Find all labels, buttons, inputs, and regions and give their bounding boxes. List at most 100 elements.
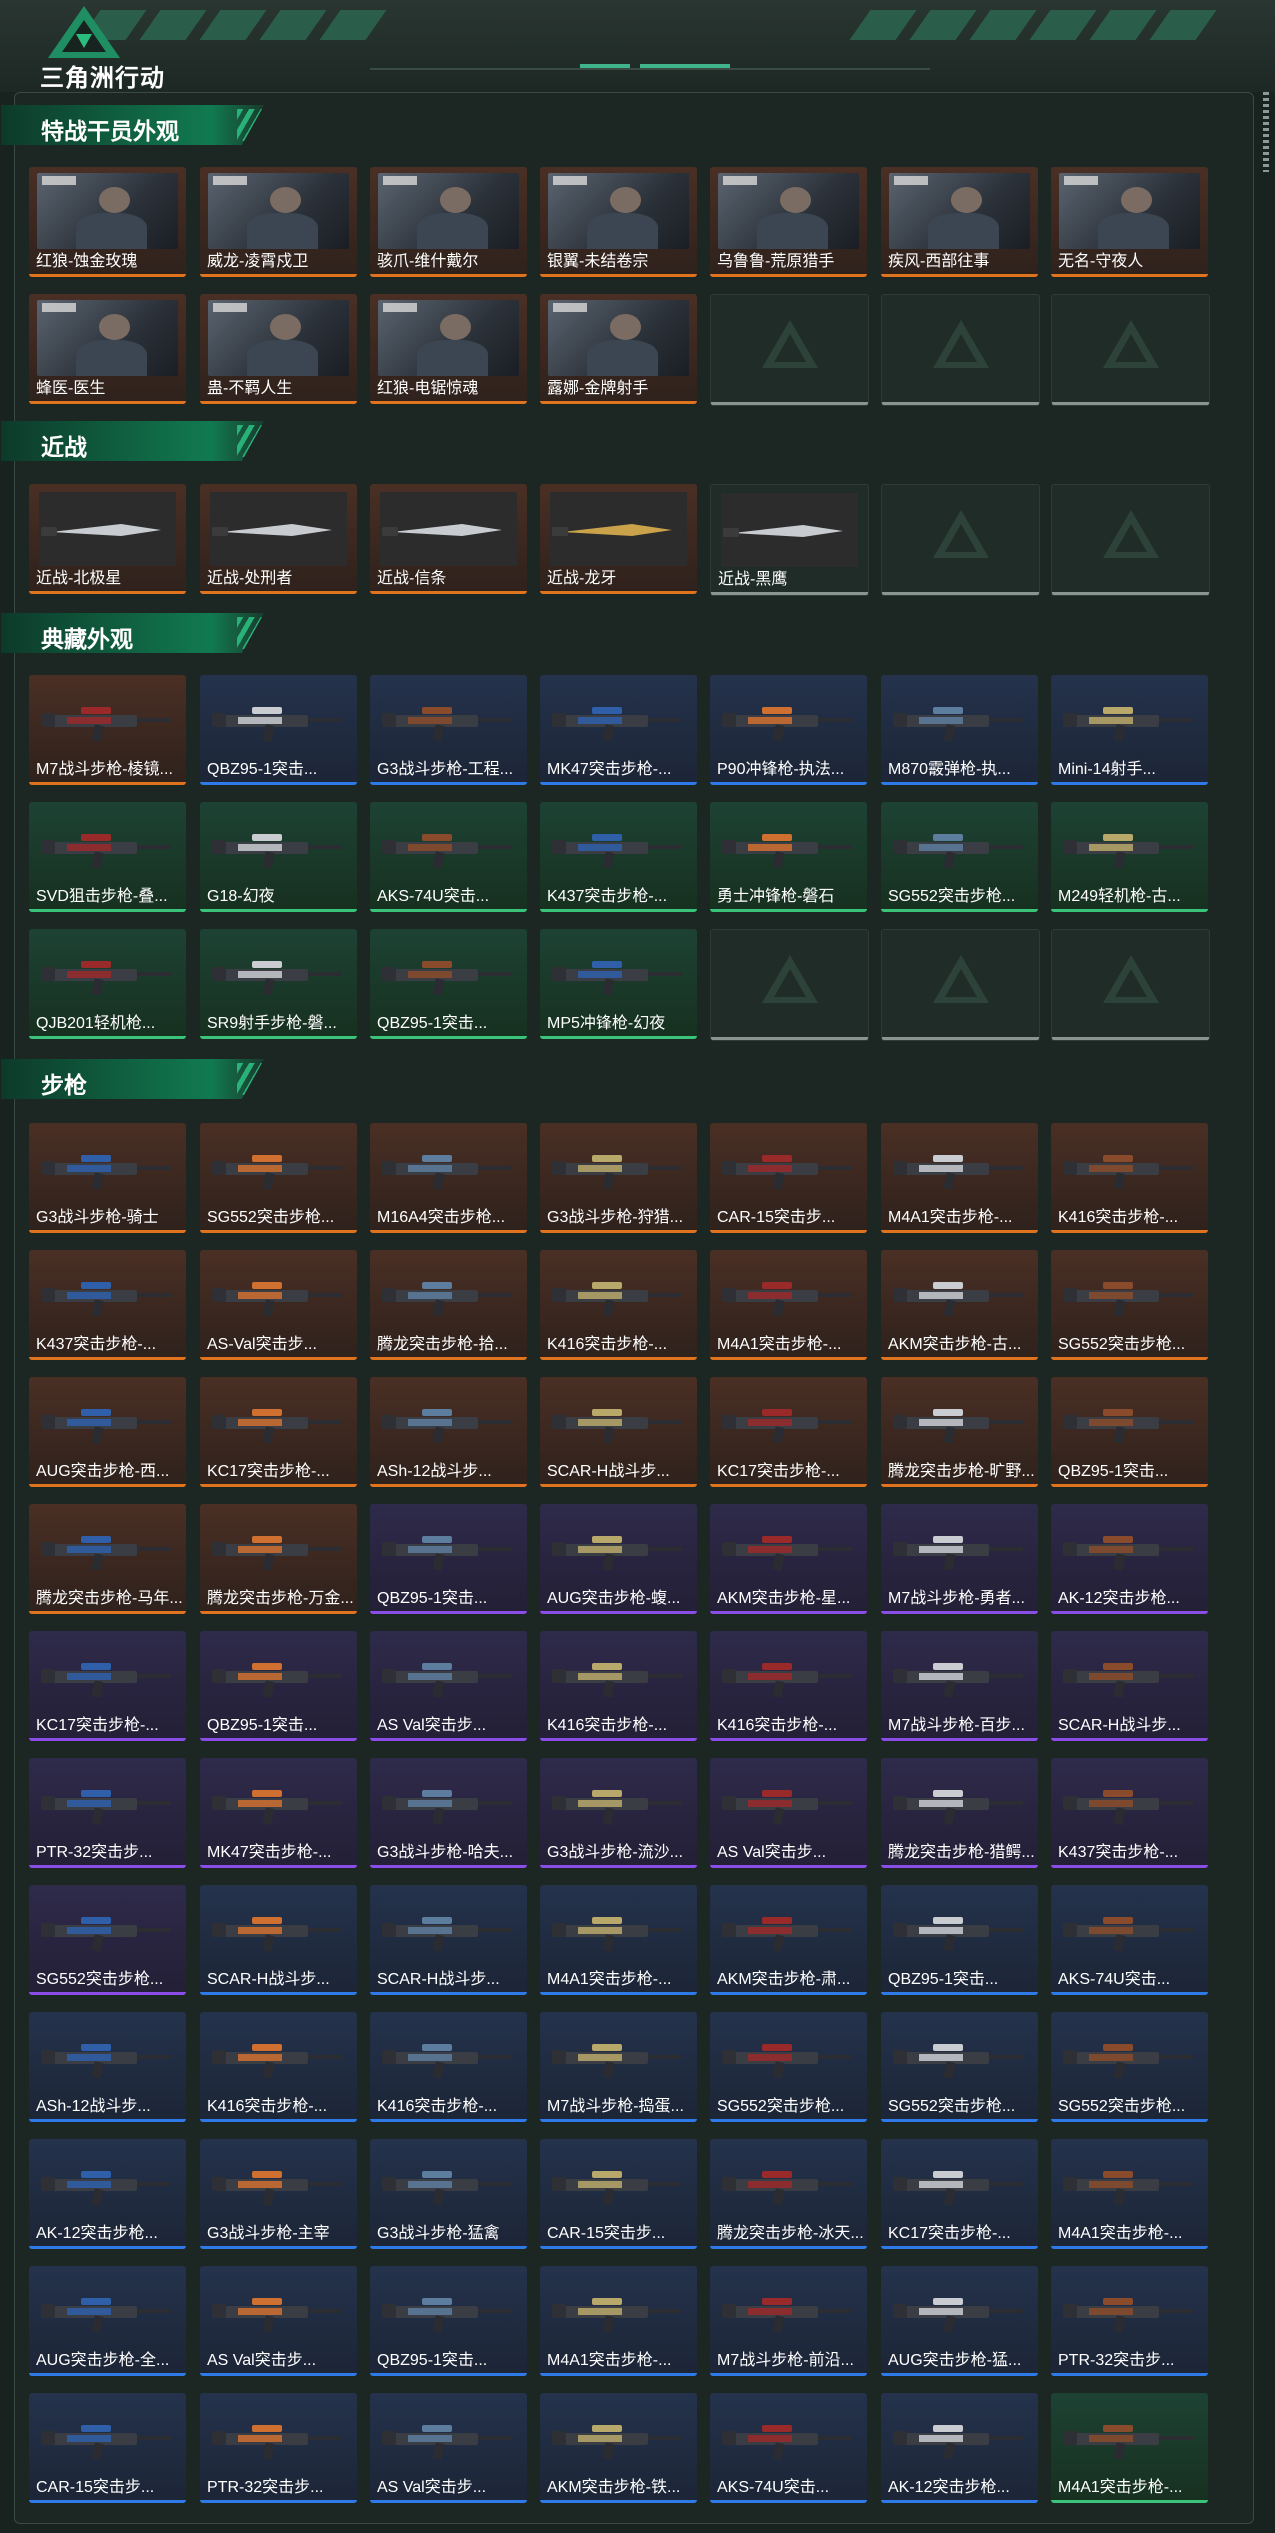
collection-item-card[interactable]: AKS-74U突击... xyxy=(370,802,527,912)
collection-item-card[interactable]: M7战斗步枪-前沿... xyxy=(710,2266,867,2376)
collection-item-card[interactable]: SCAR-H战斗步... xyxy=(200,1885,357,1995)
collection-item-card[interactable]: SG552突击步枪... xyxy=(29,1885,186,1995)
collection-item-card[interactable]: AS Val突击步... xyxy=(370,1631,527,1741)
collection-item-card[interactable]: AKS-74U突击... xyxy=(1051,1885,1208,1995)
collection-item-card[interactable]: 近战-信条 xyxy=(370,484,527,594)
collection-item-card[interactable]: PTR-32突击步... xyxy=(29,1758,186,1868)
collection-item-card[interactable]: AUG突击步枪-蝮... xyxy=(540,1504,697,1614)
collection-item-card[interactable]: 蛊-不羁人生 xyxy=(200,294,357,404)
collection-item-card[interactable]: SG552突击步枪... xyxy=(710,2012,867,2122)
collection-item-card[interactable]: KC17突击步枪-... xyxy=(881,2139,1038,2249)
collection-item-card[interactable]: QBZ95-1突击... xyxy=(200,675,357,785)
collection-item-card[interactable]: 蜂医-医生 xyxy=(29,294,186,404)
collection-item-card[interactable]: 近战-北极星 xyxy=(29,484,186,594)
collection-item-card[interactable]: G3战斗步枪-猛禽 xyxy=(370,2139,527,2249)
collection-item-card[interactable]: SVD狙击步枪-叠... xyxy=(29,802,186,912)
collection-item-card[interactable]: KC17突击步枪-... xyxy=(200,1377,357,1487)
collection-item-card[interactable]: AUG突击步枪-猛... xyxy=(881,2266,1038,2376)
collection-item-card[interactable]: MP5冲锋枪-幻夜 xyxy=(540,929,697,1039)
collection-item-card[interactable]: 红狼-电锯惊魂 xyxy=(370,294,527,404)
collection-item-card[interactable]: K416突击步枪-... xyxy=(540,1250,697,1360)
collection-item-card[interactable]: MK47突击步枪-... xyxy=(540,675,697,785)
collection-item-card[interactable]: 无名-守夜人 xyxy=(1051,167,1208,277)
collection-item-card[interactable]: G3战斗步枪-流沙... xyxy=(540,1758,697,1868)
collection-item-card[interactable]: G3战斗步枪-主宰 xyxy=(200,2139,357,2249)
collection-item-card[interactable]: AS Val突击步... xyxy=(370,2393,527,2503)
collection-item-card[interactable]: 近战-龙牙 xyxy=(540,484,697,594)
collection-item-card[interactable]: K416突击步枪-... xyxy=(540,1631,697,1741)
collection-item-card[interactable]: G3战斗步枪-狩猎... xyxy=(540,1123,697,1233)
collection-item-card[interactable]: QBZ95-1突击... xyxy=(881,1885,1038,1995)
collection-item-card[interactable]: KC17突击步枪-... xyxy=(710,1377,867,1487)
collection-item-card[interactable]: 腾龙突击步枪-拾... xyxy=(370,1250,527,1360)
collection-item-card[interactable]: Mini-14射手... xyxy=(1051,675,1208,785)
collection-item-card[interactable]: SG552突击步枪... xyxy=(1051,1250,1208,1360)
collection-item-card[interactable]: 近战-处刑者 xyxy=(200,484,357,594)
collection-item-card[interactable]: G3战斗步枪-骑士 xyxy=(29,1123,186,1233)
collection-item-card[interactable]: AKS-74U突击... xyxy=(710,2393,867,2503)
collection-item-card[interactable]: MK47突击步枪-... xyxy=(200,1758,357,1868)
collection-item-card[interactable]: 腾龙突击步枪-马年... xyxy=(29,1504,186,1614)
collection-item-card[interactable]: K416突击步枪-... xyxy=(200,2012,357,2122)
collection-item-card[interactable]: SCAR-H战斗步... xyxy=(1051,1631,1208,1741)
collection-item-card[interactable]: AKM突击步枪-肃... xyxy=(710,1885,867,1995)
collection-item-card[interactable]: AUG突击步枪-西... xyxy=(29,1377,186,1487)
collection-item-card[interactable]: 腾龙突击步枪-旷野... xyxy=(881,1377,1038,1487)
collection-item-card[interactable]: AS Val突击步... xyxy=(200,2266,357,2376)
collection-item-card[interactable]: M7战斗步枪-捣蛋... xyxy=(540,2012,697,2122)
collection-item-card[interactable]: 威龙-凌霄戍卫 xyxy=(200,167,357,277)
collection-item-card[interactable]: 乌鲁鲁-荒原猎手 xyxy=(710,167,867,277)
collection-item-card[interactable]: M7战斗步枪-棱镜... xyxy=(29,675,186,785)
collection-item-card[interactable]: P90冲锋枪-执法... xyxy=(710,675,867,785)
collection-item-card[interactable]: M4A1突击步枪-... xyxy=(540,1885,697,1995)
collection-item-card[interactable]: SCAR-H战斗步... xyxy=(540,1377,697,1487)
collection-item-card[interactable]: SR9射手步枪-磐... xyxy=(200,929,357,1039)
collection-item-card[interactable]: M870霰弹枪-执... xyxy=(881,675,1038,785)
collection-item-card[interactable]: M7战斗步枪-百步... xyxy=(881,1631,1038,1741)
collection-item-card[interactable]: K437突击步枪-... xyxy=(540,802,697,912)
collection-item-card[interactable]: K416突击步枪-... xyxy=(370,2012,527,2122)
collection-item-card[interactable]: CAR-15突击步... xyxy=(540,2139,697,2249)
collection-item-card[interactable]: 露娜-金牌射手 xyxy=(540,294,697,404)
collection-item-card[interactable]: QBZ95-1突击... xyxy=(370,1504,527,1614)
collection-item-card[interactable]: AS Val突击步... xyxy=(710,1758,867,1868)
collection-item-card[interactable]: QBZ95-1突击... xyxy=(1051,1377,1208,1487)
collection-item-card[interactable]: PTR-32突击步... xyxy=(1051,2266,1208,2376)
collection-item-card[interactable]: G3战斗步枪-工程... xyxy=(370,675,527,785)
collection-item-card[interactable]: M4A1突击步枪-... xyxy=(710,1250,867,1360)
collection-item-card[interactable]: AKM突击步枪-古... xyxy=(881,1250,1038,1360)
collection-item-card[interactable]: QBZ95-1突击... xyxy=(370,929,527,1039)
collection-item-card[interactable]: 近战-黑鹰 xyxy=(710,484,869,596)
collection-item-card[interactable]: 疾风-西部往事 xyxy=(881,167,1038,277)
collection-item-card[interactable]: SG552突击步枪... xyxy=(200,1123,357,1233)
collection-item-card[interactable]: M4A1突击步枪-... xyxy=(1051,2393,1208,2503)
collection-item-card[interactable]: CAR-15突击步... xyxy=(29,2393,186,2503)
collection-item-card[interactable]: 腾龙突击步枪-冰天... xyxy=(710,2139,867,2249)
collection-item-card[interactable]: K416突击步枪-... xyxy=(1051,1123,1208,1233)
collection-item-card[interactable]: SG552突击步枪... xyxy=(881,802,1038,912)
collection-item-card[interactable]: 腾龙突击步枪-万金... xyxy=(200,1504,357,1614)
collection-item-card[interactable]: 红狼-蚀金玫瑰 xyxy=(29,167,186,277)
collection-item-card[interactable]: SG552突击步枪... xyxy=(1051,2012,1208,2122)
collection-item-card[interactable]: 腾龙突击步枪-猎鳄... xyxy=(881,1758,1038,1868)
collection-item-card[interactable]: ASh-12战斗步... xyxy=(29,2012,186,2122)
collection-item-card[interactable]: ASh-12战斗步... xyxy=(370,1377,527,1487)
collection-item-card[interactable]: M16A4突击步枪... xyxy=(370,1123,527,1233)
collection-item-card[interactable]: PTR-32突击步... xyxy=(200,2393,357,2503)
collection-item-card[interactable]: AUG突击步枪-全... xyxy=(29,2266,186,2376)
collection-item-card[interactable]: G3战斗步枪-哈夫... xyxy=(370,1758,527,1868)
collection-item-card[interactable]: M249轻机枪-古... xyxy=(1051,802,1208,912)
collection-item-card[interactable]: AS-Val突击步... xyxy=(200,1250,357,1360)
collection-item-card[interactable]: AK-12突击步枪... xyxy=(29,2139,186,2249)
collection-item-card[interactable]: AKM突击步枪-星... xyxy=(710,1504,867,1614)
collection-item-card[interactable]: M4A1突击步枪-... xyxy=(1051,2139,1208,2249)
collection-item-card[interactable]: K437突击步枪-... xyxy=(29,1250,186,1360)
collection-item-card[interactable]: AK-12突击步枪... xyxy=(881,2393,1038,2503)
collection-item-card[interactable]: G18-幻夜 xyxy=(200,802,357,912)
collection-item-card[interactable]: QBZ95-1突击... xyxy=(370,2266,527,2376)
collection-item-card[interactable]: SCAR-H战斗步... xyxy=(370,1885,527,1995)
collection-item-card[interactable]: M4A1突击步枪-... xyxy=(881,1123,1038,1233)
collection-item-card[interactable]: QBZ95-1突击... xyxy=(200,1631,357,1741)
scrollbar[interactable] xyxy=(1263,92,1269,172)
collection-item-card[interactable]: AK-12突击步枪... xyxy=(1051,1504,1208,1614)
